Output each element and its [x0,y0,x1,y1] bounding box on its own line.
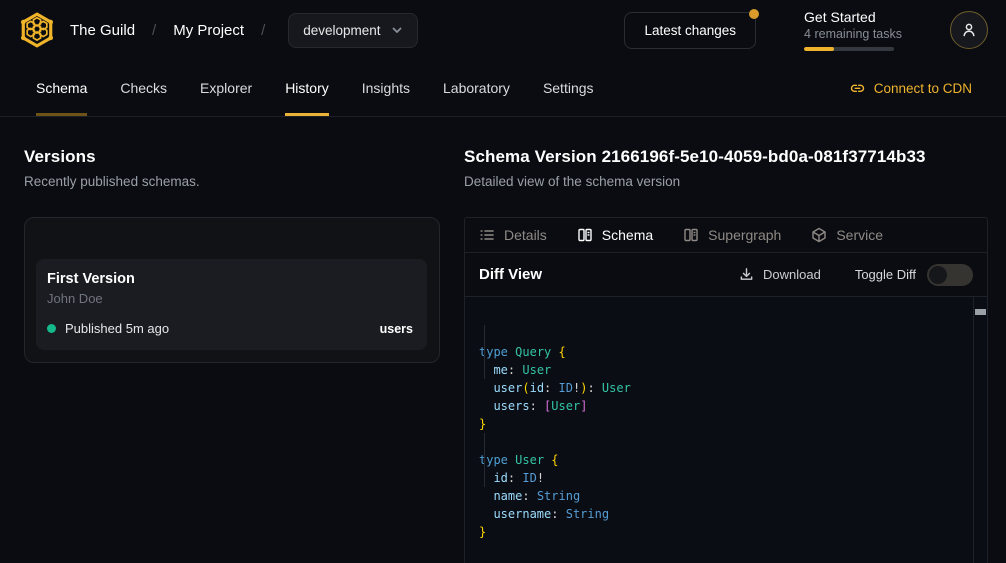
tab-schema-view-label: Schema [602,227,653,243]
target-selector-value: development [303,23,380,38]
get-started-widget[interactable]: Get Started 4 remaining tasks [804,9,902,51]
tab-explorer[interactable]: Explorer [200,60,252,116]
code-block: type Query { me: User user(id: ID!): Use… [479,343,971,541]
published-status-dot [47,324,56,333]
tab-service-label: Service [836,227,883,243]
indent-guide [484,433,485,487]
tab-details-label: Details [504,227,547,243]
get-started-progress-bar [804,47,894,51]
chevron-down-icon [391,24,403,36]
diff-toolbar: Diff View Download Toggle Diff [465,253,987,297]
versions-list-card: First Version John Doe Published 5m ago … [24,217,440,363]
download-button[interactable]: Download [739,267,821,282]
tab-supergraph[interactable]: Supergraph [683,227,781,243]
latest-changes-label: Latest changes [644,23,736,38]
detail-tabs: Details Schema [465,218,987,253]
schema-version-title: Schema Version 2166196f-5e10-4059-bd0a-0… [464,147,988,167]
connect-to-cdn-label: Connect to CDN [874,81,972,96]
code-viewer: type Query { me: User user(id: ID!): Use… [465,297,987,563]
notification-dot [749,9,759,19]
project-breadcrumb[interactable]: My Project [173,22,244,39]
toggle-diff-label: Toggle Diff [855,267,916,282]
org-breadcrumb[interactable]: The Guild [70,22,135,39]
switch-knob [929,266,947,284]
scrollbar-thumb[interactable] [975,309,986,315]
latest-changes-button[interactable]: Latest changes [624,12,756,49]
connect-to-cdn-link[interactable]: Connect to CDN [850,60,972,116]
tab-schema[interactable]: Schema [36,60,87,116]
top-header: The Guild / My Project / development Lat… [0,0,1006,60]
download-label: Download [763,267,821,282]
person-icon [961,22,977,38]
columns-icon [683,227,699,243]
version-status: Published 5m ago [65,321,169,336]
version-name: First Version [47,271,413,287]
schema-version-subtitle: Detailed view of the schema version [464,174,988,189]
code-scrollbar[interactable] [973,297,987,563]
cube-icon [811,227,827,243]
user-avatar[interactable] [950,11,988,49]
version-list-item[interactable]: First Version John Doe Published 5m ago … [36,259,427,350]
version-author: John Doe [47,291,413,306]
guild-hive-logo-icon[interactable] [18,11,56,49]
tab-schema-view[interactable]: Schema [577,227,653,243]
version-detail-section: Schema Version 2166196f-5e10-4059-bd0a-0… [464,147,988,563]
schema-detail-panel: Details Schema [464,217,988,563]
list-icon [479,227,495,243]
tab-service[interactable]: Service [811,227,883,243]
columns-icon [577,227,593,243]
target-selector[interactable]: development [288,13,417,48]
tab-details[interactable]: Details [479,227,547,243]
breadcrumb-separator: / [261,22,265,39]
versions-title: Versions [24,147,440,167]
tab-checks[interactable]: Checks [120,60,167,116]
get-started-title: Get Started [804,9,902,25]
toggle-diff-switch[interactable] [927,264,973,286]
link-icon [850,81,865,96]
download-icon [739,267,754,282]
get-started-progress-fill [804,47,834,51]
tab-history[interactable]: History [285,60,329,116]
versions-subtitle: Recently published schemas. [24,174,440,189]
diff-view-title: Diff View [479,266,542,283]
breadcrumb-separator: / [152,22,156,39]
tab-supergraph-label: Supergraph [708,227,781,243]
target-nav: Schema Checks Explorer History Insights … [0,60,1006,117]
version-service-badge: users [380,322,413,336]
main-content: Versions Recently published schemas. Fir… [0,117,1006,563]
versions-section: Versions Recently published schemas. Fir… [24,147,440,363]
indent-guide [484,325,485,379]
tab-laboratory[interactable]: Laboratory [443,60,510,116]
tab-settings[interactable]: Settings [543,60,594,116]
tab-insights[interactable]: Insights [362,60,410,116]
get-started-subtitle: 4 remaining tasks [804,27,902,41]
